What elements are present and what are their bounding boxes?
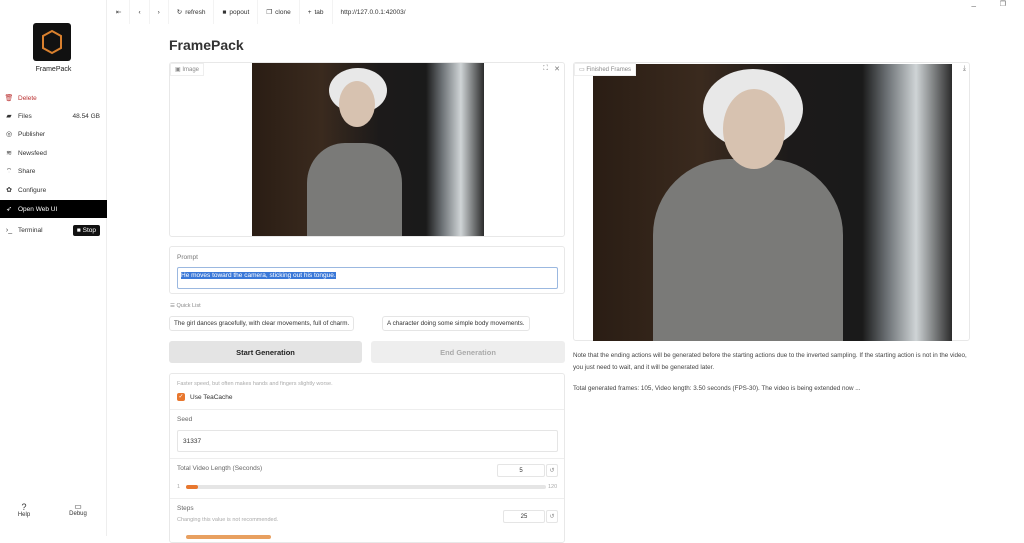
- question-icon: ?: [21, 502, 27, 512]
- video-length-slider[interactable]: [186, 485, 546, 489]
- video-length-input[interactable]: 5: [497, 464, 545, 477]
- image-label: ▣ Image: [170, 63, 205, 76]
- rocket-icon: ➶: [6, 206, 12, 213]
- teacache-hint: Faster speed, but often makes hands and …: [177, 381, 333, 387]
- reset-icon[interactable]: ↺: [546, 464, 558, 477]
- quick-list-item[interactable]: The girl dances gracefully, with clear m…: [169, 316, 355, 331]
- prompt-label: Prompt: [177, 254, 198, 261]
- gear-icon: ✿: [6, 187, 12, 194]
- sidebar-item-files[interactable]: ▰ Files 48.54 GB: [0, 107, 107, 125]
- wifi-icon: ⌔: [5, 167, 13, 175]
- prompt-panel: Prompt He moves toward the camera, stick…: [169, 246, 565, 294]
- steps-hint: Changing this value is not recommended.: [177, 517, 279, 523]
- forward-button[interactable]: ›: [150, 0, 169, 24]
- new-tab-button[interactable]: + tab: [300, 0, 333, 24]
- terminal-icon: ›_: [5, 226, 13, 234]
- app-name: FramePack: [35, 66, 72, 73]
- refresh-button[interactable]: ↻ refresh: [169, 0, 215, 24]
- input-image: [252, 63, 484, 236]
- prompt-input[interactable]: He moves toward the camera, sticking out…: [177, 267, 558, 289]
- browser-toolbar: ⇤ ‹ › ↻ refresh ■ popout ❐ clone + tab http:…: [108, 0, 1024, 24]
- finished-frames-video[interactable]: ▭ Finished Frames ⤓: [573, 62, 970, 341]
- note-text: Note that the ending actions will be gen…: [573, 352, 967, 371]
- sidebar-item-open-web-ui[interactable]: ➶ Open Web UI: [0, 200, 107, 218]
- app-logo: [33, 23, 71, 61]
- status-text: Total generated frames: 105, Video lengt…: [573, 385, 861, 392]
- video-length-label: Total Video Length (Seconds): [177, 465, 263, 472]
- slider-min: 1: [177, 484, 181, 490]
- clone-icon: ❐: [266, 9, 273, 16]
- quick-list-item[interactable]: A character doing some simple body movem…: [382, 316, 530, 331]
- seed-input[interactable]: 31337: [177, 430, 558, 452]
- plus-icon: +: [307, 8, 312, 16]
- minimize-icon[interactable]: _: [972, 0, 976, 7]
- publisher-icon: ◎: [5, 131, 13, 138]
- teacache-checkbox[interactable]: ✓ Use TeaCache: [177, 393, 233, 401]
- slider-max: 120: [548, 484, 558, 490]
- sidebar-item-terminal[interactable]: ›_ Terminal ■ Stop: [0, 221, 107, 239]
- sidebar-item-newsfeed[interactable]: ≋ Newsfeed: [0, 144, 107, 162]
- output-video-frame: [593, 64, 952, 341]
- exit-button[interactable]: ⇤: [108, 0, 131, 24]
- slider-fill: [186, 485, 199, 489]
- url-field[interactable]: http://127.0.0.1:42003/: [333, 0, 414, 24]
- steps-input[interactable]: 25: [503, 510, 545, 523]
- restore-icon[interactable]: ❐: [1000, 0, 1006, 8]
- chevron-right-icon: ›: [157, 8, 160, 16]
- stop-button[interactable]: ■ Stop: [72, 224, 100, 236]
- close-icon[interactable]: ✕: [554, 65, 560, 73]
- start-generation-button[interactable]: Start Generation: [169, 341, 362, 363]
- files-size: 48.54 GB: [72, 112, 100, 120]
- settings-panel: Faster speed, but often makes hands and …: [169, 373, 565, 543]
- laptop-icon: ▭: [74, 502, 82, 511]
- sidebar-item-configure[interactable]: ✿ Configure: [0, 181, 107, 199]
- refresh-icon: ↻: [176, 9, 183, 16]
- popout-button[interactable]: ■ popout: [214, 0, 259, 24]
- exit-icon: ⇤: [116, 9, 122, 16]
- sidebar: FramePack 🗑 Delete ▰ Files 48.54 GB ◎ Publis…: [0, 0, 107, 536]
- trash-icon: 🗑: [4, 95, 14, 102]
- back-button[interactable]: ‹: [130, 0, 150, 24]
- folder-icon: ▰: [6, 113, 12, 120]
- sidebar-item-delete[interactable]: 🗑 Delete: [0, 89, 107, 107]
- checkbox-icon: ✓: [177, 393, 185, 401]
- rss-icon: ≋: [6, 150, 12, 157]
- image-input[interactable]: ▣ Image ⛶ ✕: [169, 62, 565, 237]
- help-button[interactable]: ? Help: [14, 502, 34, 518]
- chevron-left-icon: ‹: [138, 8, 141, 16]
- debug-button[interactable]: ▭ Debug: [66, 502, 90, 517]
- seed-label: Seed: [177, 416, 193, 423]
- sidebar-item-share[interactable]: ⌔ Share: [0, 162, 107, 180]
- end-generation-button[interactable]: End Generation: [371, 341, 565, 363]
- popout-icon: ■: [222, 8, 227, 16]
- output-label: ▭ Finished Frames: [574, 63, 637, 76]
- reset-icon[interactable]: ↺: [546, 510, 558, 523]
- download-icon[interactable]: ⤓: [963, 65, 966, 73]
- page-title: FramePack: [169, 37, 244, 53]
- fullscreen-icon[interactable]: ⛶: [543, 65, 548, 73]
- quick-list-label: ☰ Quick List: [170, 303, 201, 309]
- clone-button[interactable]: ❐ clone: [258, 0, 300, 24]
- sidebar-item-publisher[interactable]: ◎ Publisher: [0, 125, 107, 143]
- steps-label: Steps: [177, 505, 194, 512]
